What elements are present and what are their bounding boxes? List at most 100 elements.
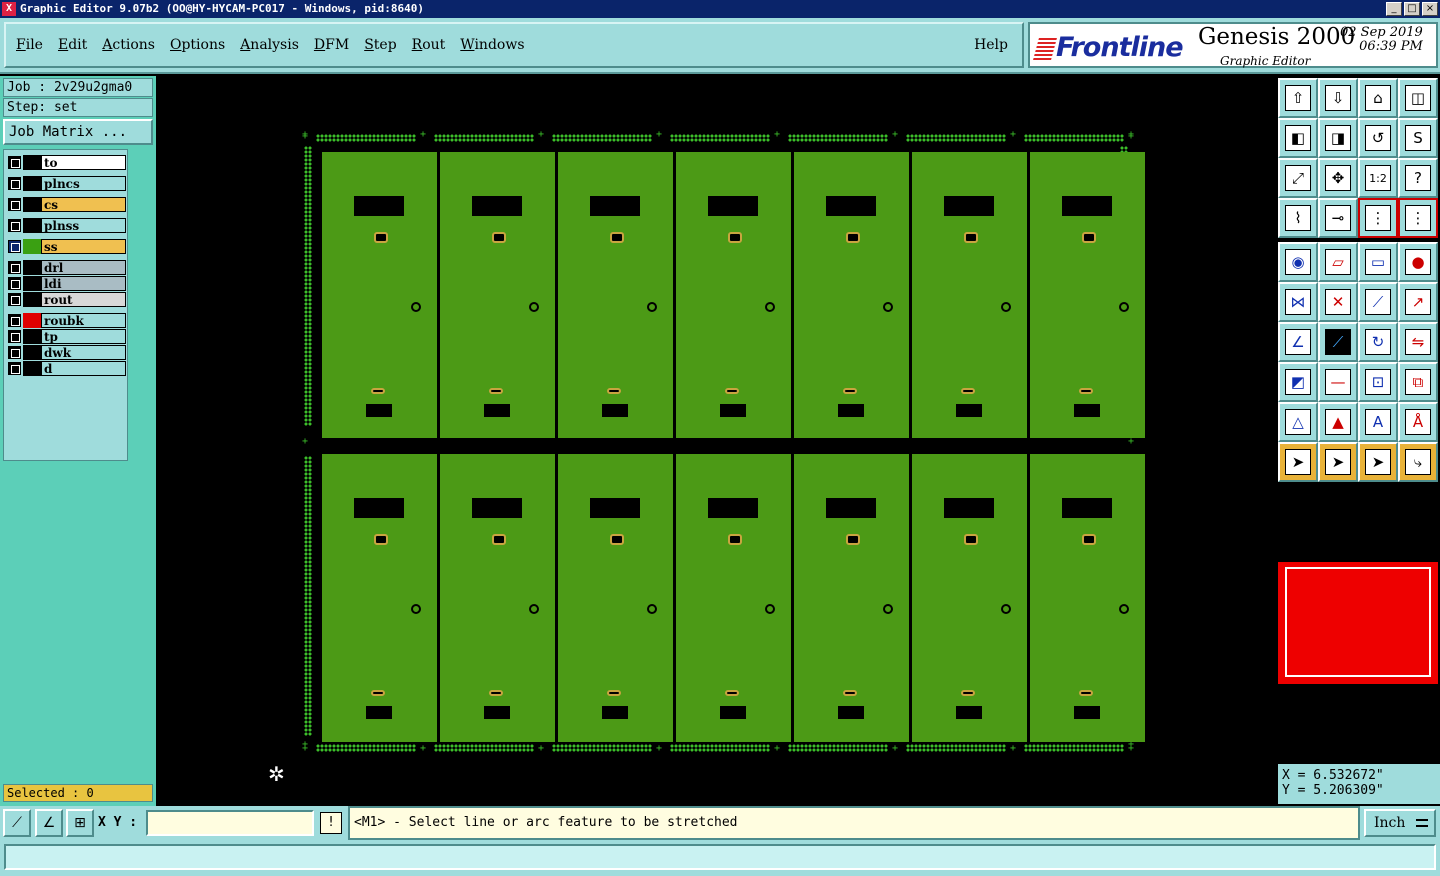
upload-tool-button[interactable]: ⇧: [1278, 78, 1318, 118]
layer-row-ldi[interactable]: ldi: [8, 276, 126, 291]
layer-checkbox[interactable]: [8, 314, 21, 327]
download-tool-button[interactable]: ⇩: [1318, 78, 1358, 118]
home-tool-button[interactable]: ⌂: [1358, 78, 1398, 118]
arc-tool-button[interactable]: ↗: [1398, 282, 1438, 322]
xy-input[interactable]: [146, 810, 314, 836]
layer-color-swatch[interactable]: [23, 329, 41, 344]
pan-tool-button[interactable]: ✥: [1318, 158, 1358, 198]
layer-checkbox[interactable]: [8, 346, 21, 359]
menu-analysis[interactable]: Analysis: [240, 37, 299, 53]
menu-step[interactable]: Step: [364, 37, 396, 53]
pointer2-tool-button[interactable]: ➤: [1318, 442, 1358, 482]
ruler-tool-button[interactable]: ▭: [1358, 242, 1398, 282]
pointer-tool-button[interactable]: ➤: [1278, 442, 1318, 482]
layer-checkbox[interactable]: [8, 240, 21, 253]
help-tool-button[interactable]: ?: [1398, 158, 1438, 198]
layer-checkbox[interactable]: [8, 198, 21, 211]
menu-dfm[interactable]: DFM: [314, 37, 349, 53]
angle-snap-button[interactable]: ∠: [35, 809, 63, 837]
layer-row-plnss[interactable]: plnss: [8, 218, 126, 233]
select-tool-button[interactable]: ◉: [1278, 242, 1318, 282]
menu-windows[interactable]: Windows: [460, 37, 524, 53]
layer-row-to[interactable]: to: [8, 155, 126, 170]
line-tool-button[interactable]: ⟋: [1358, 282, 1398, 322]
layer-color-swatch[interactable]: [23, 176, 41, 191]
pointer3-tool-button[interactable]: ➤: [1358, 442, 1398, 482]
graphic-canvas[interactable]: + + + + + + + + + + + + + + + + + + + + + + ✲: [156, 76, 1276, 806]
split-tool-button[interactable]: ◫: [1398, 78, 1438, 118]
triangle4-tool-button[interactable]: Å: [1398, 402, 1438, 442]
redo-tool-button[interactable]: S: [1398, 118, 1438, 158]
job-matrix-button[interactable]: Job Matrix ...: [3, 119, 153, 145]
minimize-button[interactable]: _: [1386, 2, 1402, 16]
menu-help[interactable]: Help: [974, 37, 1008, 53]
rotate-tool-button[interactable]: ↻: [1358, 322, 1398, 362]
node-tool-button[interactable]: ⋈: [1278, 282, 1318, 322]
layer-row-rout[interactable]: rout: [8, 292, 126, 307]
net-red-tool-button[interactable]: ⋮: [1398, 198, 1438, 238]
layer-color-swatch[interactable]: [23, 218, 41, 233]
dimension-tool-button[interactable]: ⊡: [1358, 362, 1398, 402]
layer-row-cs[interactable]: cs: [8, 197, 126, 212]
layer-color-swatch[interactable]: [23, 239, 41, 254]
layer-color-swatch[interactable]: [23, 155, 41, 170]
triangle-tool-button[interactable]: △: [1278, 402, 1318, 442]
zoom-right-tool-button[interactable]: ◨: [1318, 118, 1358, 158]
exclaim-button[interactable]: !: [320, 812, 342, 834]
scale-tool-button[interactable]: 1:2: [1358, 158, 1398, 198]
layer-row-roubk[interactable]: roubk: [8, 313, 126, 328]
layer-color-swatch[interactable]: [23, 276, 41, 291]
grid-button[interactable]: ⊞: [66, 809, 94, 837]
units-selector[interactable]: Inch: [1364, 809, 1436, 837]
menu-actions[interactable]: Actions: [102, 37, 155, 53]
fit-tool-button[interactable]: ⤢: [1278, 158, 1318, 198]
layer-color-swatch[interactable]: [23, 197, 41, 212]
layer-color-swatch[interactable]: [23, 292, 41, 307]
layer-row-ss[interactable]: ss: [8, 239, 126, 254]
layer-checkbox[interactable]: [8, 362, 21, 375]
layer-row-plncs[interactable]: plncs: [8, 176, 126, 191]
layer-row-d[interactable]: d: [8, 361, 126, 376]
layer-checkbox[interactable]: [8, 330, 21, 343]
angle-tool-button[interactable]: ∠: [1278, 322, 1318, 362]
layer-checkbox[interactable]: [8, 177, 21, 190]
polygon-tool-button[interactable]: ▱: [1318, 242, 1358, 282]
layer-checkbox[interactable]: [8, 277, 21, 290]
maximize-button[interactable]: □: [1404, 2, 1420, 16]
group-tool-button[interactable]: ⧉: [1398, 362, 1438, 402]
layer-color-swatch[interactable]: [23, 260, 41, 275]
layer-color-swatch[interactable]: [23, 313, 41, 328]
net-tool-button[interactable]: ⋮: [1358, 198, 1398, 238]
menu-options[interactable]: Options: [170, 37, 225, 53]
triangle3-tool-button[interactable]: A: [1358, 402, 1398, 442]
overview-window[interactable]: [1278, 562, 1438, 684]
shape-tool-button[interactable]: ◩: [1278, 362, 1318, 402]
layer-color-swatch[interactable]: [23, 345, 41, 360]
cross-tool-button[interactable]: ✕: [1318, 282, 1358, 322]
pad-tool-button[interactable]: ●: [1398, 242, 1438, 282]
menu-edit[interactable]: Edit: [58, 37, 87, 53]
layer-row-drl[interactable]: drl: [8, 260, 126, 275]
pointer4-tool-button[interactable]: ⤷: [1398, 442, 1438, 482]
layer-checkbox[interactable]: [8, 156, 21, 169]
triangle2-tool-button[interactable]: ▲: [1318, 402, 1358, 442]
layer-row-tp[interactable]: tp: [8, 329, 126, 344]
menu-file[interactable]: File: [16, 37, 43, 53]
segment-tool-button[interactable]: —: [1318, 362, 1358, 402]
undo-tool-button[interactable]: ↺: [1358, 118, 1398, 158]
zoom-left-tool-button[interactable]: ◧: [1278, 118, 1318, 158]
snap-icon: ⊸: [1325, 205, 1351, 231]
overview-viewport[interactable]: [1285, 567, 1431, 677]
snap-tool-button[interactable]: ⊸: [1318, 198, 1358, 238]
layer-row-dwk[interactable]: dwk: [8, 345, 126, 360]
layer-checkbox[interactable]: [8, 293, 21, 306]
snap-grid-button[interactable]: ⟋: [3, 809, 31, 837]
layer-checkbox[interactable]: [8, 219, 21, 232]
measure-tool-button[interactable]: ⌇: [1278, 198, 1318, 238]
stretch-tool-button[interactable]: ⟋: [1318, 322, 1358, 362]
mirror-tool-button[interactable]: ⇋: [1398, 322, 1438, 362]
close-button[interactable]: ×: [1422, 2, 1438, 16]
layer-color-swatch[interactable]: [23, 361, 41, 376]
layer-checkbox[interactable]: [8, 261, 21, 274]
menu-rout[interactable]: Rout: [412, 37, 446, 53]
